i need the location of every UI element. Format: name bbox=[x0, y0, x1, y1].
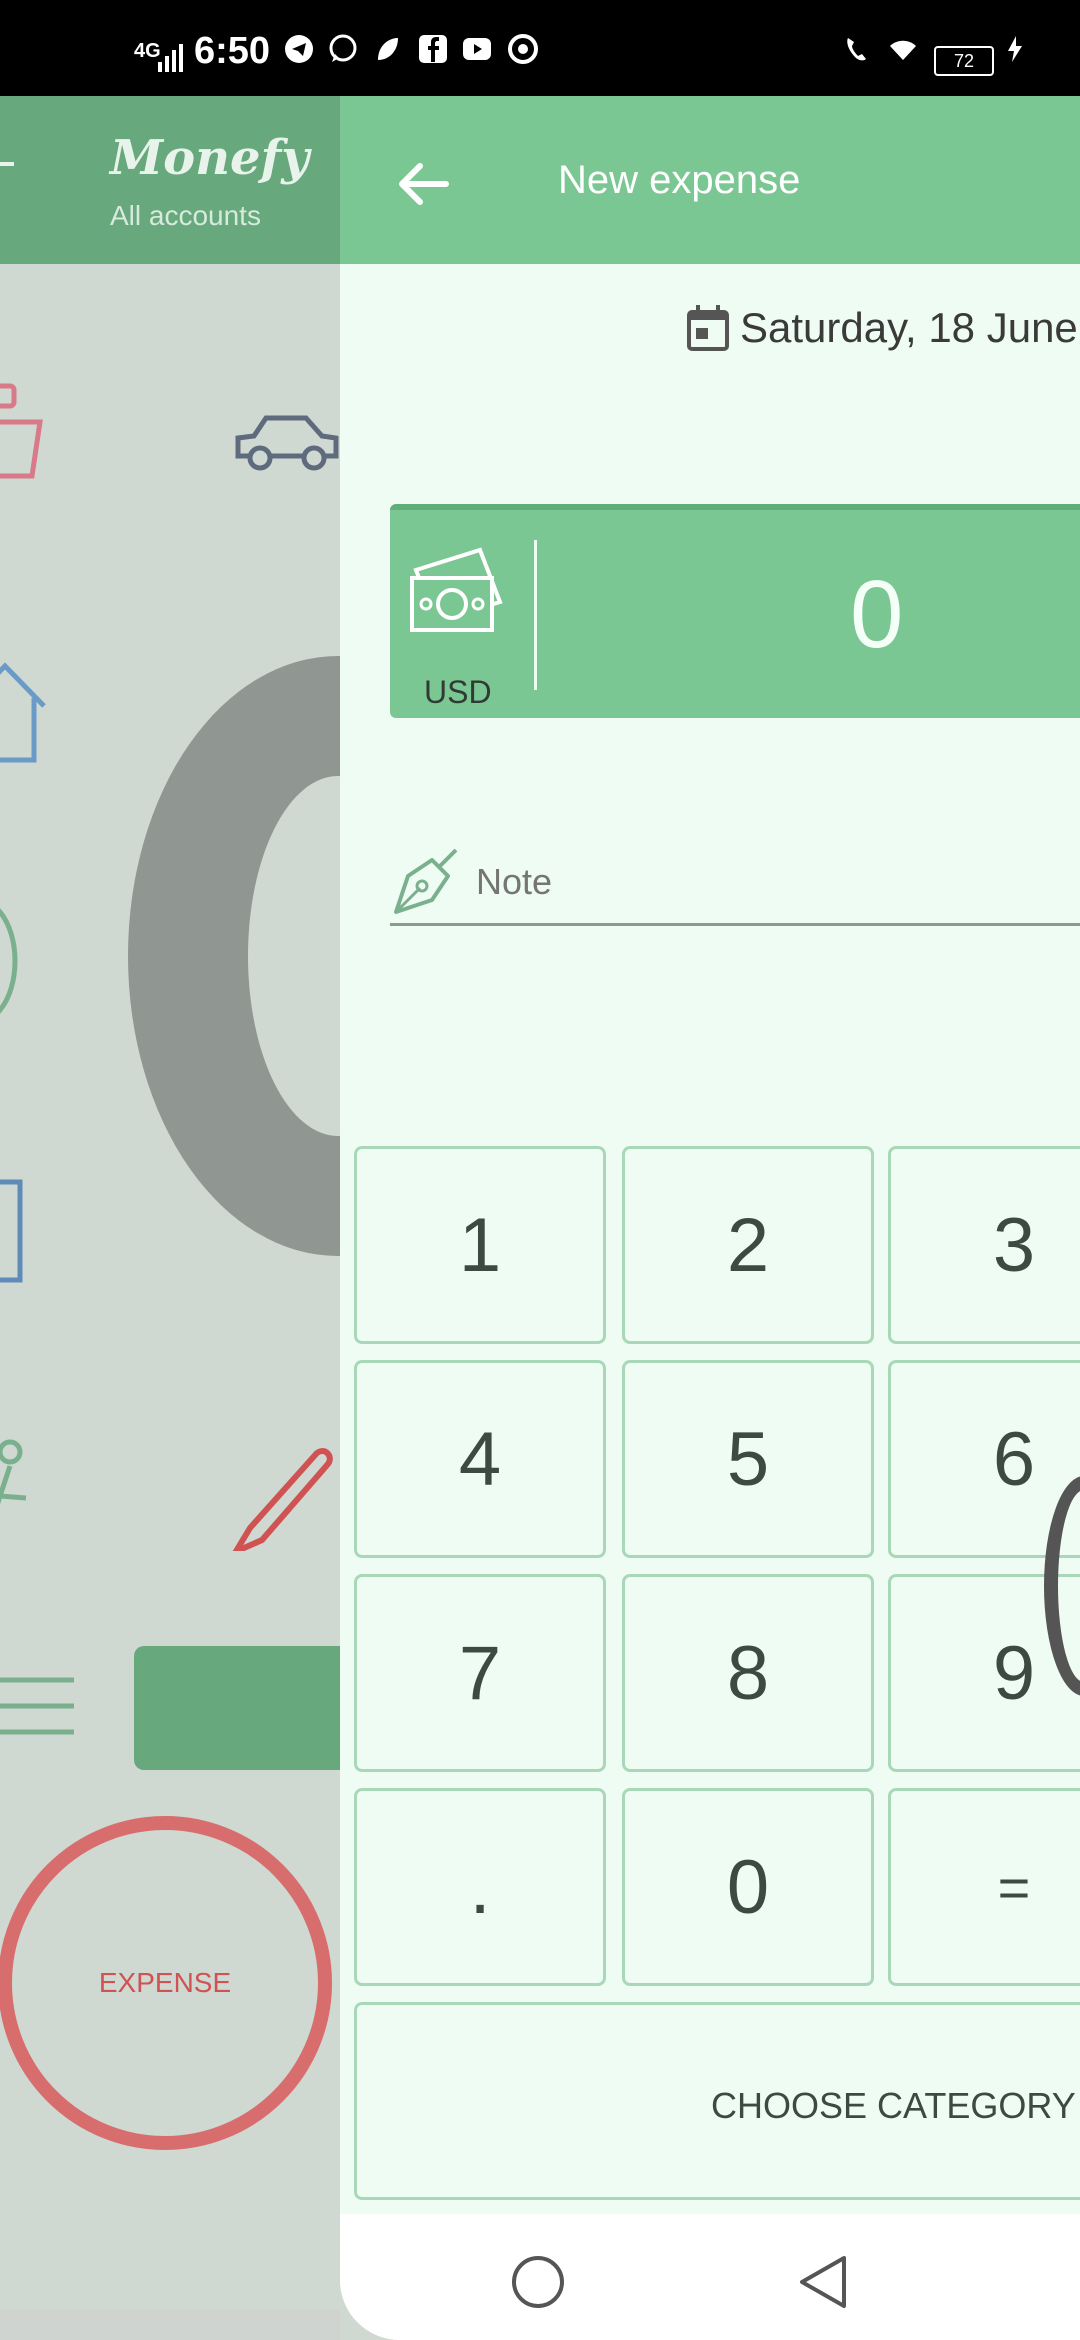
car-category-icon bbox=[235, 415, 339, 471]
charging-icon bbox=[1008, 36, 1022, 62]
battery-level: 72 bbox=[953, 51, 975, 71]
keypad-key-8[interactable]: 8 bbox=[622, 1574, 874, 1772]
groceries-category-icon bbox=[0, 383, 43, 479]
choose-category-button[interactable]: CHOOSE CATEGORY bbox=[354, 2002, 1080, 2200]
expense-button[interactable]: EXPENSE bbox=[0, 1816, 332, 2150]
sports-category-icon bbox=[0, 1439, 27, 1505]
income-button[interactable] bbox=[134, 1646, 340, 1770]
keypad-key-5[interactable]: 5 bbox=[622, 1360, 874, 1558]
youtube-icon bbox=[463, 38, 491, 60]
keypad-key-7[interactable]: 7 bbox=[354, 1574, 606, 1772]
wifi-calling-icon bbox=[847, 38, 866, 61]
telegram-icon bbox=[285, 35, 313, 63]
circle-app-icon bbox=[508, 34, 538, 64]
keypad-key-3[interactable]: 3 bbox=[888, 1146, 1080, 1344]
health-category-icon bbox=[232, 1448, 333, 1551]
new-expense-panel: New expense Saturday, 18 June USD 0 1 2 … bbox=[340, 96, 1080, 2340]
status-bar: 4G 6:50 72 bbox=[0, 0, 1080, 96]
back-arrow-icon[interactable] bbox=[392, 152, 456, 216]
currency-label[interactable]: USD bbox=[424, 674, 492, 711]
keypad-key-0[interactable]: 0 bbox=[622, 1788, 874, 1986]
note-input[interactable] bbox=[474, 860, 1078, 904]
keypad-key-4[interactable]: 4 bbox=[354, 1360, 606, 1558]
background-nav-bar bbox=[0, 2310, 340, 2340]
navigation-bar bbox=[340, 2214, 1080, 2340]
note-field[interactable] bbox=[390, 846, 1080, 926]
clock: 6:50 bbox=[194, 30, 271, 72]
panel-title: New expense bbox=[558, 158, 801, 202]
wifi-icon bbox=[890, 40, 916, 60]
list-view-icon[interactable] bbox=[0, 1676, 76, 1738]
signal-icon bbox=[158, 44, 183, 72]
background-app: Monefy All accounts EXPENSE bbox=[0, 96, 340, 2340]
money-icon[interactable] bbox=[410, 542, 506, 632]
background-header: Monefy All accounts bbox=[0, 96, 340, 264]
expense-button-label: EXPENSE bbox=[98, 1967, 232, 1998]
whatsapp-icon bbox=[329, 34, 357, 62]
date-selector[interactable]: Saturday, 18 June bbox=[686, 304, 1078, 352]
leaf-app-icon bbox=[378, 38, 398, 60]
amount-display: 0 bbox=[850, 561, 904, 668]
home-nav-icon[interactable] bbox=[510, 2254, 566, 2310]
calendar-icon bbox=[687, 305, 729, 351]
food-category-icon bbox=[0, 908, 18, 1014]
choose-category-label: CHOOSE CATEGORY bbox=[711, 2085, 1076, 2126]
facebook-icon bbox=[419, 35, 447, 63]
keypad-key-equals[interactable]: = bbox=[888, 1788, 1080, 1986]
keypad-key-1[interactable]: 1 bbox=[354, 1146, 606, 1344]
panel-header: New expense bbox=[340, 96, 1080, 264]
back-nav-icon[interactable] bbox=[796, 2254, 852, 2310]
battery-indicator: 72 bbox=[934, 46, 994, 76]
keypad-key-decimal[interactable]: . bbox=[354, 1788, 606, 1986]
menu-icon bbox=[0, 162, 14, 166]
app-logo: Monefy bbox=[110, 130, 310, 186]
network-indicator: 4G bbox=[134, 40, 161, 62]
amount-card: USD 0 bbox=[390, 504, 1080, 718]
pen-icon bbox=[394, 848, 458, 914]
accounts-subtitle: All accounts bbox=[110, 200, 261, 231]
house-category-icon bbox=[0, 662, 46, 763]
date-label: Saturday, 18 June bbox=[740, 304, 1078, 351]
card-divider bbox=[534, 540, 537, 690]
clothes-category-icon bbox=[0, 1179, 23, 1283]
expense-donut-chart[interactable] bbox=[128, 656, 340, 1256]
keypad-key-2[interactable]: 2 bbox=[622, 1146, 874, 1344]
